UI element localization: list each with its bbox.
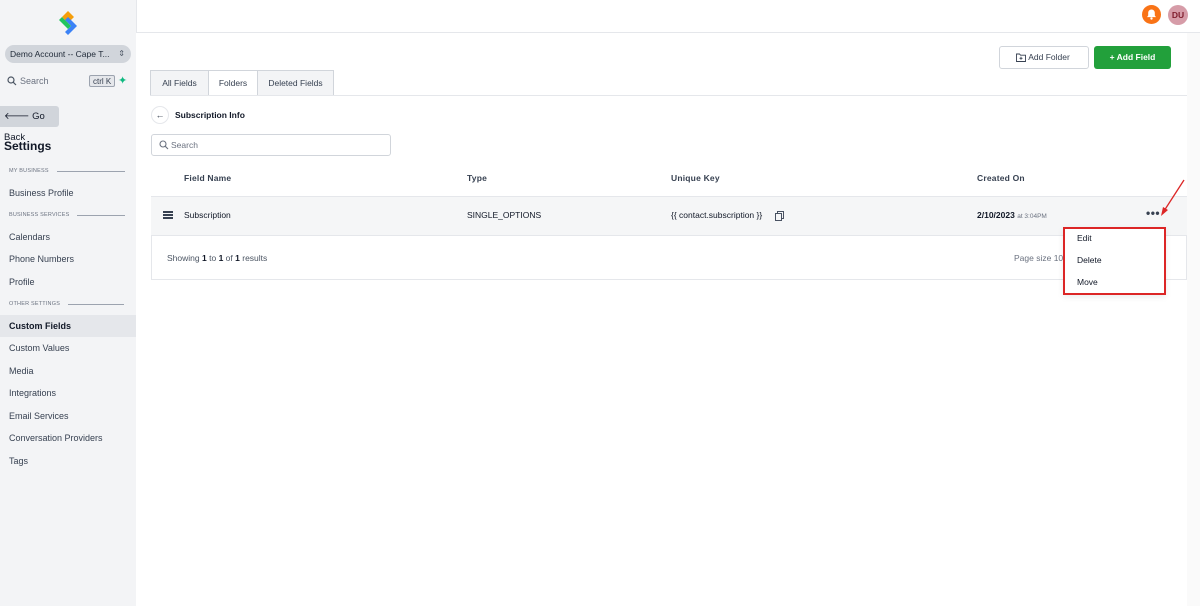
sidebar-item-custom-fields[interactable]: Custom Fields [0,315,136,337]
search-field[interactable] [151,134,391,156]
sidebar-search-placeholder: Search [20,76,49,86]
unique-key-cell: {{ contact.subscription }} [671,210,763,220]
sidebar-item-business-profile[interactable]: Business Profile [0,182,136,204]
created-date: 2/10/2023 [977,210,1015,220]
section-text: OTHER SETTINGS [9,301,61,307]
created-on-cell: 2/10/2023 at 3:04PM [977,210,1047,220]
results-summary: Showing 1 to 1 of 1 results [167,253,267,263]
sidebar-search[interactable]: Search ctrl K ✦ [5,72,131,90]
menu-item-move[interactable]: Move [1077,277,1098,287]
tab-folders[interactable]: Folders [208,70,258,96]
go-back-button[interactable]: 🡐 Go Back [0,106,59,143]
created-time: at 3:04PM [1017,213,1047,220]
account-switcher[interactable]: Demo Account -- Cape T... ⇕ [5,45,131,63]
section-label-other-settings: OTHER SETTINGS [9,301,125,307]
drag-handle-icon[interactable] [163,211,173,219]
sidebar-item-custom-values[interactable]: Custom Values [0,337,136,359]
column-header-type: Type [467,173,488,183]
sidebar-item-integrations[interactable]: Integrations [0,382,136,404]
search-icon [159,140,169,150]
account-name: Demo Account -- Cape T... [10,49,110,59]
tabs-divider [150,95,1187,96]
results-total: 1 [235,253,240,263]
field-name-cell: Subscription [184,210,231,220]
menu-item-edit[interactable]: Edit [1077,233,1092,243]
to-text: to [209,253,217,263]
range-to: 1 [218,253,224,263]
row-actions-menu: Edit Delete Move [1063,227,1166,295]
section-text: MY BUSINESS [9,168,49,174]
sparkle-icon[interactable]: ✦ [118,72,127,90]
folder-title: Subscription Info [175,110,245,120]
add-folder-button[interactable]: Add Folder [999,46,1089,69]
menu-item-delete[interactable]: Delete [1077,255,1102,265]
results-text: results [242,253,268,263]
sidebar-item-tags[interactable]: Tags [0,450,136,472]
sidebar-item-profile[interactable]: Profile [0,271,136,293]
chevron-updown-icon: ⇕ [118,49,125,58]
folder-plus-icon [1016,53,1026,62]
shortcut-badge: ctrl K [89,75,116,87]
settings-title: Settings [4,139,52,153]
app-logo[interactable] [57,11,79,35]
range-from: 1 [201,253,207,263]
sidebar-item-email-services[interactable]: Email Services [0,405,136,427]
arrow-left-icon: ← [155,110,165,120]
sidebar-item-calendars[interactable]: Calendars [0,226,136,248]
of-text: of [225,253,233,263]
bell-icon[interactable] [1142,5,1161,24]
sidebar-item-conversation-providers[interactable]: Conversation Providers [0,427,136,449]
topbar: DU [136,0,1200,33]
arrow-left-icon: 🡐 [4,111,30,122]
divider [77,214,126,216]
section-text: BUSINESS SERVICES [9,212,70,218]
divider [68,303,125,305]
back-arrow-button[interactable]: ← [151,106,169,124]
search-input[interactable] [171,138,381,152]
showing-text: Showing [167,253,200,263]
column-header-field-name: Field Name [184,173,232,183]
tab-deleted-fields[interactable]: Deleted Fields [257,70,334,96]
add-folder-label: Add Folder [1028,52,1070,62]
add-field-button[interactable]: + Add Field [1094,46,1171,69]
sidebar-item-media[interactable]: Media [0,360,136,382]
avatar[interactable]: DU [1168,5,1188,25]
column-header-created-on: Created On [977,173,1025,183]
sidebar-item-phone-numbers[interactable]: Phone Numbers [0,248,136,270]
copy-icon[interactable] [775,211,784,221]
page-size-select[interactable]: Page size 10 [1014,253,1063,263]
column-header-unique-key: Unique Key [671,173,720,183]
sidebar: Demo Account -- Cape T... ⇕ Search ctrl … [0,0,136,606]
section-label-my-business: MY BUSINESS [9,168,125,174]
tab-all-fields[interactable]: All Fields [150,70,209,96]
scrollbar[interactable] [1187,33,1200,606]
annotation-arrow-icon [1161,179,1185,216]
section-label-business-services: BUSINESS SERVICES [9,212,126,218]
search-icon [7,76,17,86]
divider [56,170,125,172]
type-cell: SINGLE_OPTIONS [467,210,542,220]
